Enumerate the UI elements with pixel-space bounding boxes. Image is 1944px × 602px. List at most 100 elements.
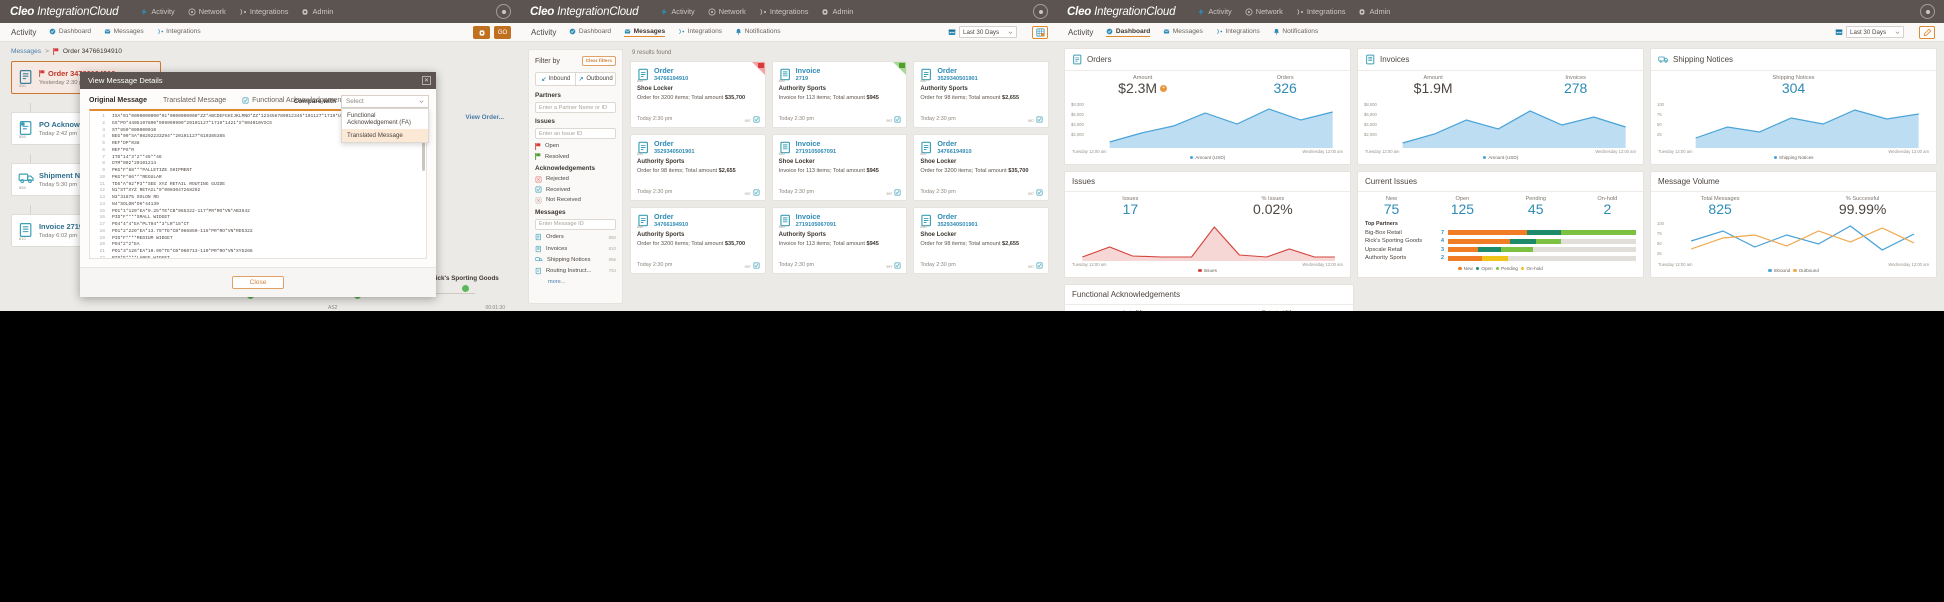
nav-item-activity[interactable]: Activity	[1197, 7, 1232, 16]
tab-integrations[interactable]: Integrations	[1216, 28, 1260, 36]
card-ack[interactable]: 997	[745, 262, 760, 269]
tab-original-message[interactable]: Original Message	[89, 97, 147, 104]
filter-inbound-button[interactable]: Inbound	[536, 73, 575, 85]
card-issues[interactable]: Issues Issues 17 % Issues 0.02% Tuesday …	[1064, 171, 1351, 278]
card-id[interactable]: 3529340501901	[937, 76, 977, 82]
nav-item-network[interactable]: Network	[1245, 7, 1283, 16]
card-functional-acknowledgements[interactable]: Functional Acknowledgements Late FAs 7 R…	[1064, 284, 1355, 311]
legend-item: Outbound	[1793, 268, 1819, 273]
filter-option-open[interactable]: Open	[535, 142, 616, 150]
message-card[interactable]: 850 Invoice 2719105067091 Authority Sports I…	[771, 207, 908, 274]
plus-icon[interactable]: +	[1160, 84, 1168, 92]
menu-item-functional-ack[interactable]: Functional Acknowledgement (FA)	[342, 109, 428, 129]
card-ack[interactable]: 997	[745, 189, 760, 196]
message-card[interactable]: 850 Invoice 2719 Authority Sports Invoice fo…	[771, 61, 908, 128]
user-avatar-icon[interactable]	[1033, 4, 1048, 19]
nav-item-activity[interactable]: Activity	[140, 7, 175, 16]
partner-input[interactable]: Enter a Partner Name or ID	[535, 102, 616, 113]
card-id[interactable]: 3529340501901	[654, 149, 694, 155]
message-id-input[interactable]: Enter Message ID	[535, 218, 616, 230]
tab-messages[interactable]: Messages	[624, 28, 666, 37]
card-invoices[interactable]: Invoices Amount $1.9M Invoices 278 $8,00…	[1357, 48, 1644, 165]
filter-option-rejected[interactable]: Rejected	[535, 176, 616, 183]
filter-outbound-button[interactable]: Outbound	[575, 73, 615, 85]
go-button[interactable]: GO	[494, 26, 511, 39]
card-ack[interactable]: 997	[1028, 116, 1043, 123]
date-range-select[interactable]: Last 30 Days	[959, 26, 1017, 38]
issue-input[interactable]: Enter an Issue ID	[535, 128, 616, 139]
date-range-picker[interactable]: Last 30 Days	[1835, 26, 1904, 38]
message-card[interactable]: 850 Order 3529340501901 Authority Sports Ord…	[913, 61, 1049, 128]
message-card[interactable]: 850 Order 34766194910 Authority Sports Order…	[630, 207, 766, 274]
nav-item-admin[interactable]: Admin	[821, 7, 853, 16]
card-current-issues[interactable]: Current Issues New 75 Open 125 Pending 4…	[1357, 171, 1644, 278]
nav-item-integrations[interactable]: Integrations	[239, 7, 288, 16]
menu-item-translated-message[interactable]: Translated Message	[342, 129, 428, 142]
close-icon[interactable]: ✕	[422, 76, 431, 85]
message-card[interactable]: 850 Order 3529340501901 Authority Sports Ord…	[630, 134, 766, 201]
card-id[interactable]: 34766194910	[937, 149, 971, 155]
date-range-select[interactable]: Last 30 Days	[1846, 26, 1904, 38]
message-card[interactable]: 850 Order 34766194910 Shoe Locker Order for …	[630, 61, 766, 128]
filter-option-routing-instructions[interactable]: Routing Instruct... 754	[535, 267, 616, 275]
card-ack[interactable]: 997	[1028, 262, 1043, 269]
tab-messages[interactable]: Messages	[1163, 28, 1203, 36]
card-message-volume[interactable]: Message Volume Total Messages 825 % Succ…	[1650, 171, 1937, 278]
nav-item-integrations[interactable]: Integrations	[1296, 7, 1345, 16]
filter-option-orders[interactable]: Orders 850	[535, 233, 616, 241]
user-avatar-icon[interactable]	[496, 4, 511, 19]
dashboard-row-2: Issues Issues 17 % Issues 0.02% Tuesday …	[1064, 171, 1937, 278]
card-ack[interactable]: 997	[1028, 189, 1043, 196]
tab-dashboard[interactable]: Dashboard	[49, 28, 91, 36]
card-id[interactable]: 34766194910	[654, 76, 688, 82]
brand-logo[interactable]: Cleo IntegrationCloud	[530, 6, 639, 18]
tab-integrations[interactable]: Integrations	[678, 28, 722, 36]
nav-item-network[interactable]: Network	[188, 7, 226, 16]
card-shipping-notices[interactable]: Shipping Notices Shipping Notices 304 10…	[1650, 48, 1937, 165]
show-more-link[interactable]: more...	[548, 279, 616, 285]
brand-logo[interactable]: Cleo IntegrationCloud	[10, 6, 119, 18]
view-order-link[interactable]: View Order...	[465, 114, 504, 121]
date-range-picker[interactable]: Last 30 Days	[948, 26, 1017, 38]
card-id[interactable]: 2719105067091	[796, 222, 836, 228]
tab-dashboard[interactable]: Dashboard	[569, 28, 611, 36]
filter-option-invoices[interactable]: Invoices 810	[535, 245, 616, 253]
tab-notifications[interactable]: Notifications	[735, 28, 781, 36]
tab-translated-message[interactable]: Translated Message	[163, 97, 226, 104]
nav-item-admin[interactable]: Admin	[301, 7, 333, 16]
card-id[interactable]: 3529340501901	[937, 222, 977, 228]
message-card[interactable]: 850 Order 3529340501901 Shoe Locker Order fo…	[913, 207, 1049, 274]
nav-item-integrations[interactable]: Integrations	[759, 7, 808, 16]
card-id[interactable]: 34766194910	[654, 222, 688, 228]
breadcrumb-messages-link[interactable]: Messages	[11, 48, 41, 55]
flow-node-partner[interactable]: Rick's Sporting Goods	[425, 275, 505, 299]
card-id[interactable]: 2719105067091	[796, 149, 836, 155]
settings-button[interactable]	[473, 26, 490, 39]
message-card[interactable]: 850 Invoice 2719105067091 Shoe Locker Invoic…	[771, 134, 908, 201]
edit-dashboard-button[interactable]	[1919, 26, 1935, 39]
message-card[interactable]: 850 Order 34766194910 Shoe Locker Order for …	[913, 134, 1049, 201]
tab-messages[interactable]: Messages	[104, 28, 144, 36]
filter-option-not-received[interactable]: Not Received	[535, 197, 616, 204]
card-id[interactable]: 2719	[796, 76, 821, 82]
card-ack[interactable]: 997	[745, 116, 760, 123]
close-button[interactable]: Close	[232, 276, 284, 289]
tab-dashboard[interactable]: Dashboard	[1106, 28, 1151, 37]
filter-option-received[interactable]: Received	[535, 186, 616, 193]
card-ack[interactable]: 997	[886, 262, 901, 269]
card-orders[interactable]: Orders Amount $2.3M + Orders 326 $8,000 …	[1064, 48, 1351, 165]
filter-option-shipping-notices[interactable]: Shipping Notices 856	[535, 256, 616, 263]
nav-item-admin[interactable]: Admin	[1358, 7, 1390, 16]
brand-logo[interactable]: Cleo IntegrationCloud	[1067, 6, 1176, 18]
user-avatar-icon[interactable]	[1920, 4, 1935, 19]
card-ack[interactable]: 997	[886, 189, 901, 196]
nav-item-activity[interactable]: Activity	[660, 7, 695, 16]
tab-integrations[interactable]: Integrations	[157, 28, 201, 36]
grid-view-button[interactable]	[1032, 26, 1048, 39]
clear-filters-button[interactable]: Clear filters	[581, 56, 616, 66]
tab-notifications[interactable]: Notifications	[1273, 28, 1318, 36]
nav-item-network[interactable]: Network	[708, 7, 746, 16]
card-ack[interactable]: 997	[886, 116, 901, 123]
filter-option-resolved[interactable]: Resolved	[535, 153, 616, 160]
compare-with-select[interactable]: Select	[341, 95, 429, 108]
